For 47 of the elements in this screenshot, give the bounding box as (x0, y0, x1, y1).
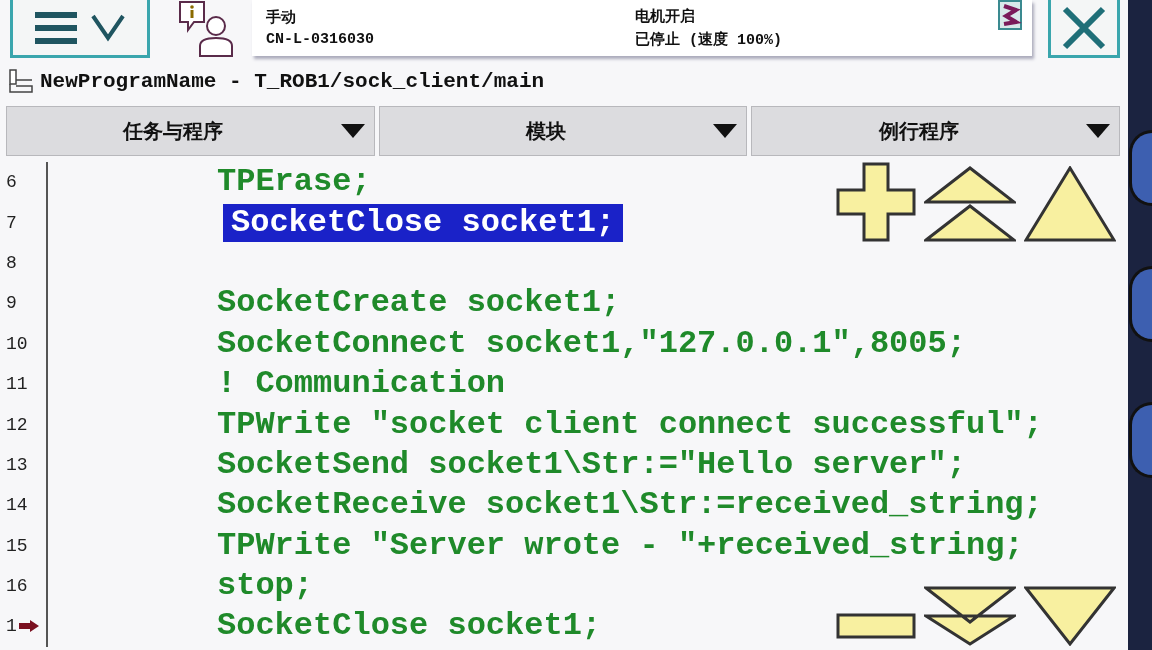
controller-name: CN-L-0316030 (266, 31, 376, 48)
program-path: NewProgramName - T_ROB1/sock_client/main (40, 69, 545, 93)
code-line[interactable]: stop; (217, 567, 313, 606)
line-number: 16 (6, 576, 28, 597)
code-line[interactable]: TPWrite "socket client connect successful"; (217, 405, 1043, 444)
page-down-icon[interactable] (924, 586, 1016, 646)
code-line[interactable]: TPWrite "Server wrote - "+received_string; (217, 526, 1024, 565)
line-number: 15 (6, 535, 28, 556)
code-line[interactable]: SocketCreate socket1; (217, 284, 621, 323)
operating-mode: 手动 (266, 8, 297, 27)
code-line[interactable]: TPErase; (217, 163, 371, 202)
side-button[interactable] (1129, 402, 1152, 478)
up-icon[interactable] (1024, 166, 1116, 242)
dropdown-icon (339, 123, 366, 139)
line-number: 1 (6, 616, 17, 637)
line-number: 11 (6, 374, 28, 395)
dropdown-selector[interactable]: 任务与程序 (6, 106, 375, 156)
code-line[interactable]: SocketSend socket1\Str:="Hello server"; (217, 445, 966, 484)
code-line[interactable]: SocketConnect socket1,"127.0.0.1",8005; (217, 324, 966, 363)
line-number: 14 (6, 495, 28, 516)
dropdown-icon (712, 123, 739, 139)
status-icon (998, 0, 1022, 30)
dropdown-icon (1085, 123, 1111, 139)
close-button[interactable] (1048, 0, 1120, 58)
line-number: 8 (6, 252, 17, 273)
menu-button[interactable] (10, 0, 150, 58)
line-number: 12 (6, 414, 28, 435)
code-line[interactable]: ! Communication (217, 365, 506, 404)
down-icon[interactable] (1024, 586, 1116, 646)
line-number: 13 (6, 454, 28, 475)
program-icon (8, 68, 34, 94)
code-line[interactable]: SocketReceive socket1\Str:=received_string; (217, 486, 1043, 525)
line-number: 9 (6, 293, 17, 314)
add-icon[interactable] (836, 162, 916, 242)
close-icon (1061, 4, 1107, 51)
side-button[interactable] (1129, 130, 1152, 206)
code-line[interactable]: SocketClose socket1; (217, 607, 602, 646)
remove-icon[interactable] (836, 611, 916, 641)
line-number: 10 (6, 333, 28, 354)
motor-status: 电机开启 (635, 7, 696, 26)
program-state: 已停止 (速度 100%) (635, 30, 783, 49)
dropdown-selector[interactable]: 例行程序 (751, 106, 1120, 156)
dropdown-selector[interactable]: 模块 (378, 106, 748, 156)
line-number: 6 (6, 172, 17, 193)
page-up-icon[interactable] (924, 166, 1016, 242)
line-number: 7 (6, 212, 17, 233)
side-button[interactable] (1129, 266, 1152, 342)
